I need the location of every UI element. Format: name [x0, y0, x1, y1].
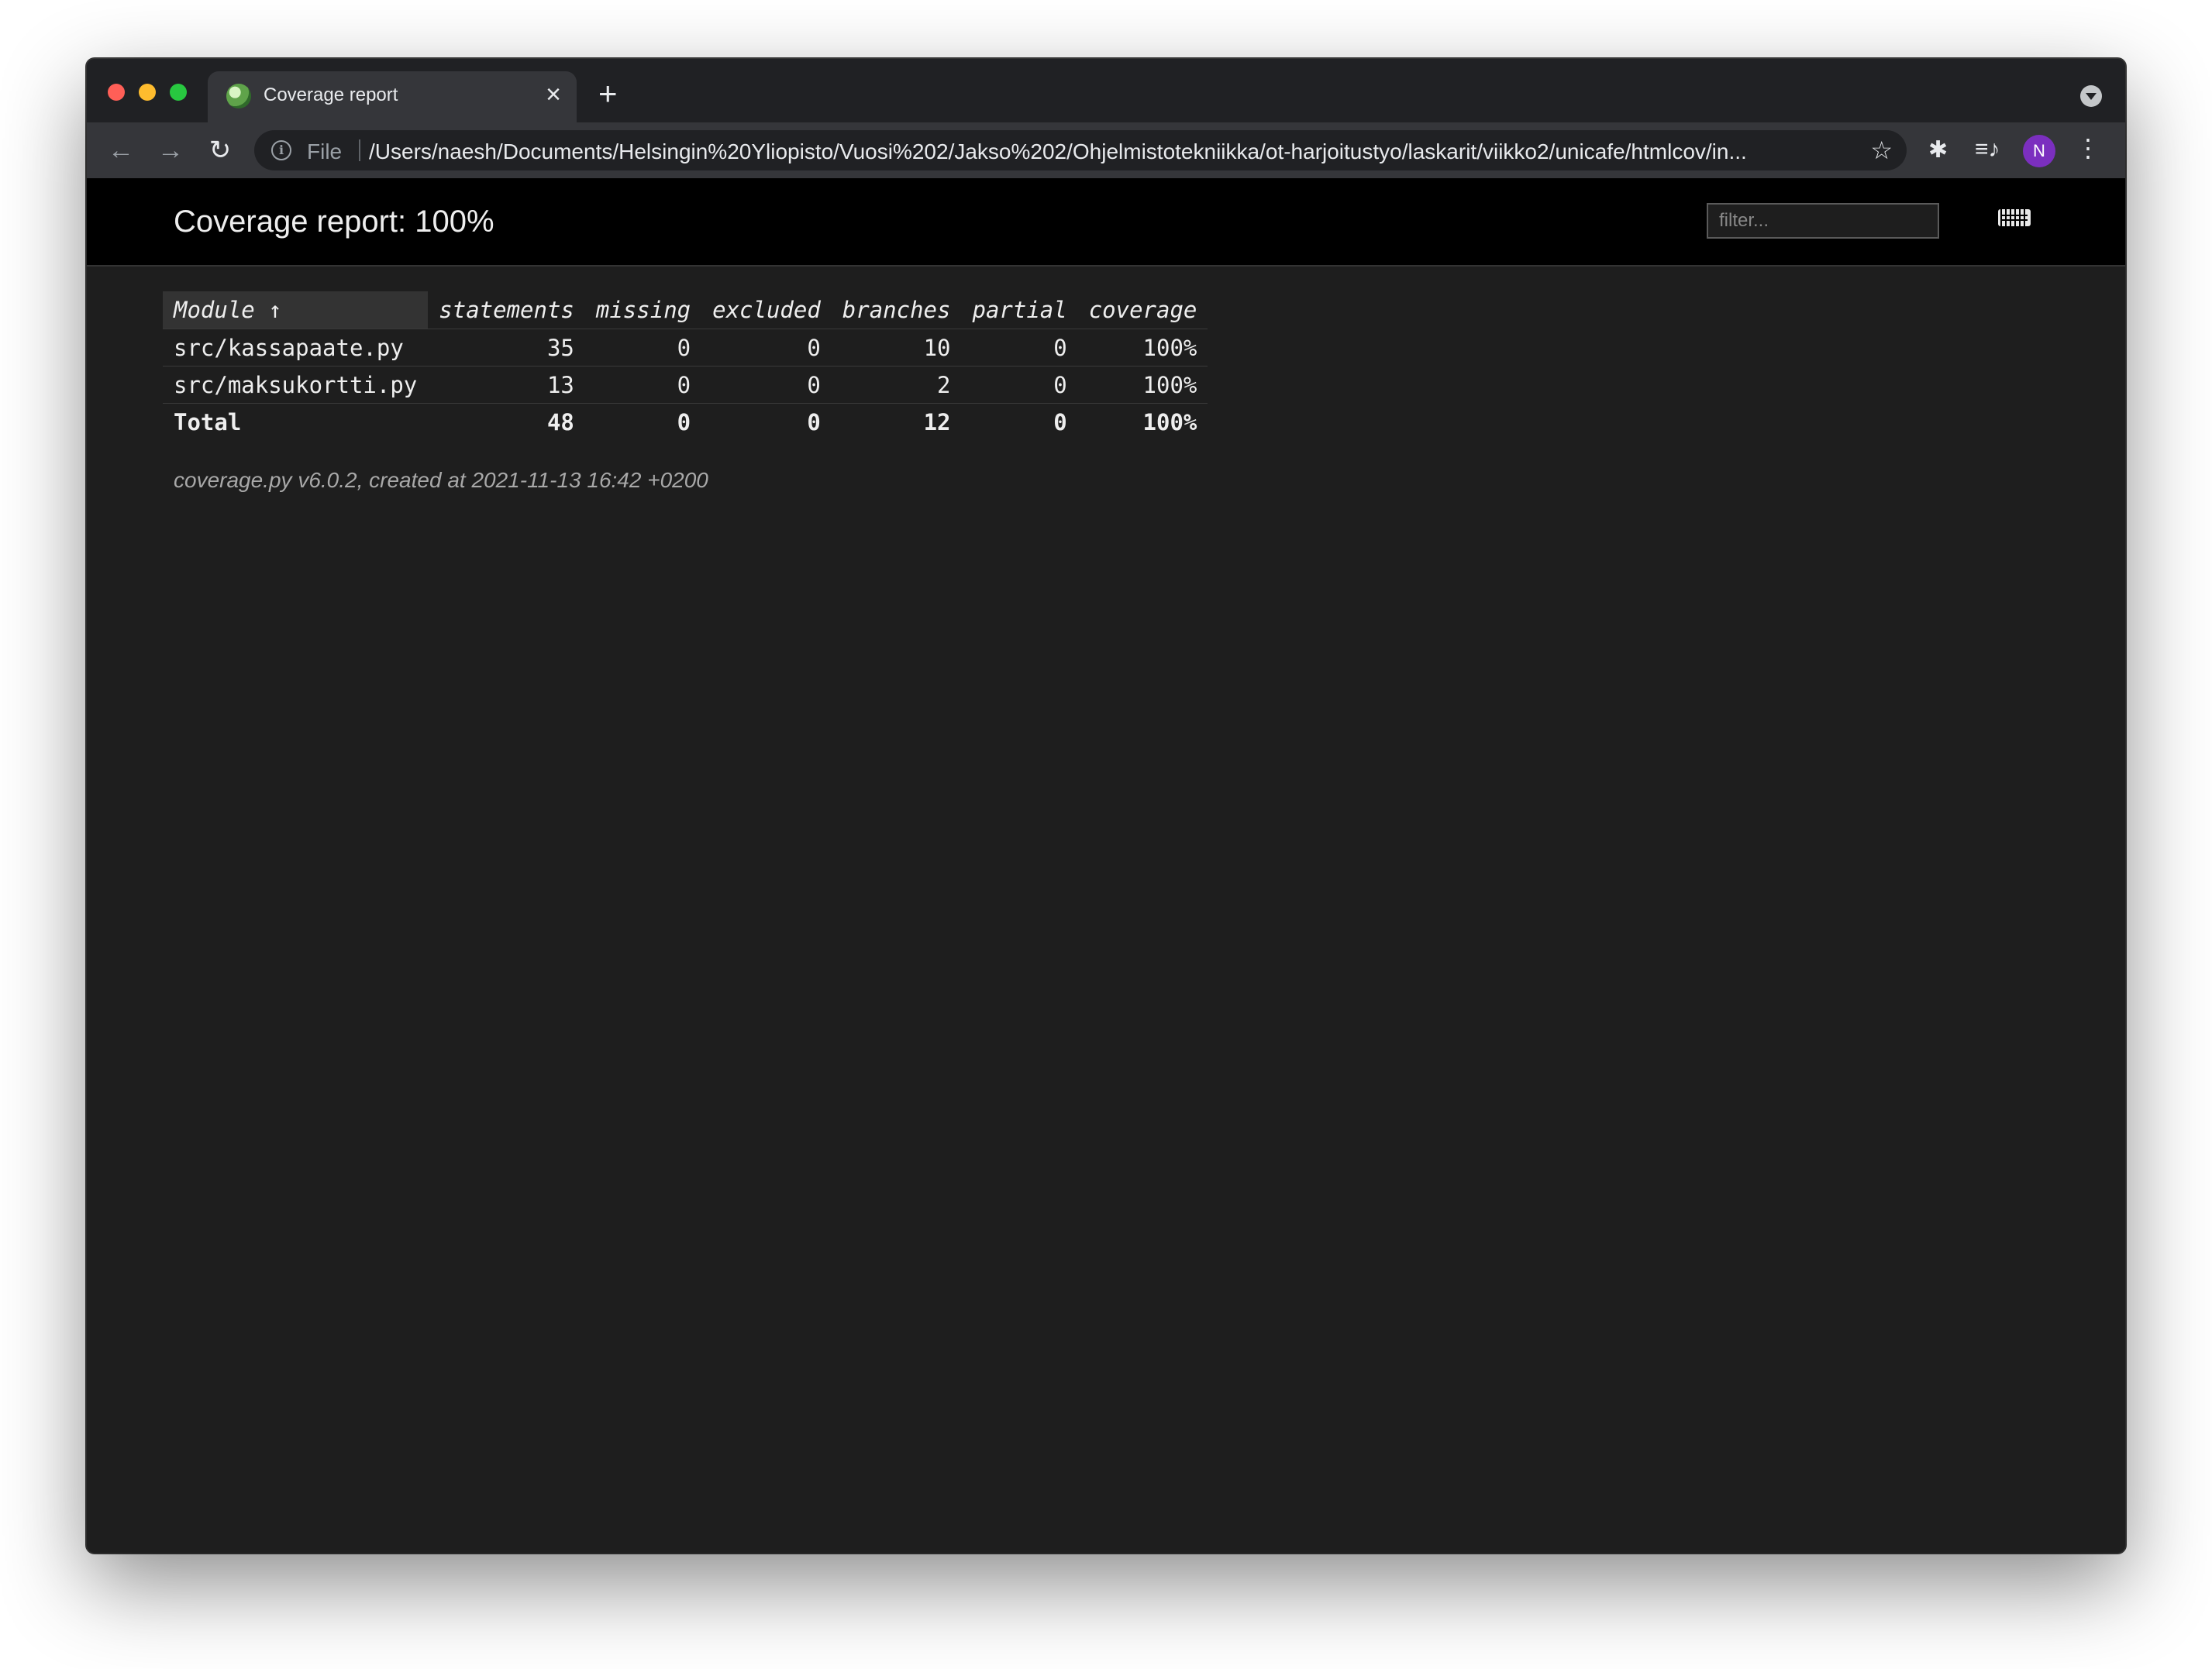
minimize-window-button[interactable]	[139, 84, 156, 101]
tab-title: Coverage report	[264, 84, 398, 105]
branches-cell: 2	[831, 366, 962, 404]
table-row: src/kassapaate.py 35 0 0 10 0 100%	[163, 329, 1208, 366]
new-tab-button[interactable]: +	[598, 77, 618, 110]
page-title: Coverage report: 100%	[174, 205, 494, 239]
browser-toolbar: ← → ↻ i File /Users/naesh/Documents/Hels…	[87, 122, 2125, 178]
coverage-table: Module ↑ statements missing excluded bra…	[163, 291, 1208, 440]
browser-menu-icon[interactable]: ⋮	[2076, 133, 2100, 163]
statements-cell: 35	[428, 329, 585, 366]
report-footer: coverage.py v6.0.2, created at 2021-11-1…	[174, 468, 708, 492]
excluded-cell: 0	[701, 329, 832, 366]
coverage-cell: 100%	[1077, 366, 1208, 404]
column-header-excluded[interactable]: excluded	[701, 291, 832, 329]
module-link[interactable]: src/maksukortti.py	[163, 366, 429, 404]
total-statements-cell: 48	[428, 403, 585, 440]
coverage-cell: 100%	[1077, 329, 1208, 366]
total-branches-cell: 12	[831, 403, 962, 440]
total-row: Total 48 0 0 12 0 100%	[163, 403, 1208, 440]
total-missing-cell: 0	[584, 403, 702, 440]
column-header-coverage[interactable]: coverage	[1078, 291, 1208, 329]
zoom-window-button[interactable]	[170, 84, 187, 101]
partial-cell: 0	[961, 366, 1078, 404]
info-icon[interactable]: i	[271, 140, 291, 160]
column-header-partial[interactable]: partial	[961, 291, 1077, 329]
back-button[interactable]: ←	[102, 132, 140, 169]
column-header-module[interactable]: Module ↑	[163, 291, 429, 329]
missing-cell: 0	[584, 366, 702, 404]
close-window-button[interactable]	[108, 84, 125, 101]
url-text[interactable]: /Users/naesh/Documents/Helsingin%20Yliop…	[369, 139, 1860, 164]
reload-button[interactable]: ↻	[202, 132, 239, 169]
forward-button[interactable]: →	[152, 132, 189, 169]
statements-cell: 13	[428, 366, 585, 404]
keyboard-shortcuts-icon[interactable]	[1998, 209, 2031, 226]
column-header-missing[interactable]: missing	[585, 291, 701, 329]
profile-avatar[interactable]: N	[2023, 135, 2055, 167]
table-header-row: Module ↑ statements missing excluded bra…	[163, 291, 1208, 329]
module-link[interactable]: src/kassapaate.py	[163, 329, 429, 366]
browser-window: Coverage report × + ← → ↻ i File /Users/…	[87, 59, 2125, 1553]
extensions-puzzle-icon[interactable]: ✱	[1928, 136, 1948, 163]
branches-cell: 10	[831, 329, 962, 366]
total-coverage-cell: 100%	[1077, 403, 1208, 440]
coverage-favicon-icon	[226, 84, 251, 108]
table-row: src/maksukortti.py 13 0 0 2 0 100%	[163, 366, 1208, 404]
address-bar[interactable]: i File /Users/naesh/Documents/Helsingin%…	[254, 130, 1907, 170]
total-partial-cell: 0	[961, 403, 1078, 440]
partial-cell: 0	[961, 329, 1078, 366]
bookmark-star-icon[interactable]: ☆	[1870, 136, 1893, 165]
filter-input[interactable]	[1707, 203, 1939, 239]
scheme-label: File	[307, 139, 343, 163]
tab-coverage-report[interactable]: Coverage report ×	[208, 71, 577, 122]
excluded-cell: 0	[701, 366, 832, 404]
address-separator	[359, 139, 360, 161]
media-control-icon[interactable]: ≡♪	[1975, 136, 2000, 163]
tab-strip: Coverage report × +	[87, 59, 2125, 122]
total-label: Total	[163, 403, 429, 440]
tab-search-icon[interactable]	[2080, 85, 2102, 107]
report-header: Coverage report: 100%	[87, 178, 2125, 267]
column-header-branches[interactable]: branches	[832, 291, 962, 329]
missing-cell: 0	[584, 329, 702, 366]
total-excluded-cell: 0	[701, 403, 832, 440]
close-tab-icon[interactable]: ×	[546, 81, 561, 108]
column-header-statements[interactable]: statements	[428, 291, 585, 329]
